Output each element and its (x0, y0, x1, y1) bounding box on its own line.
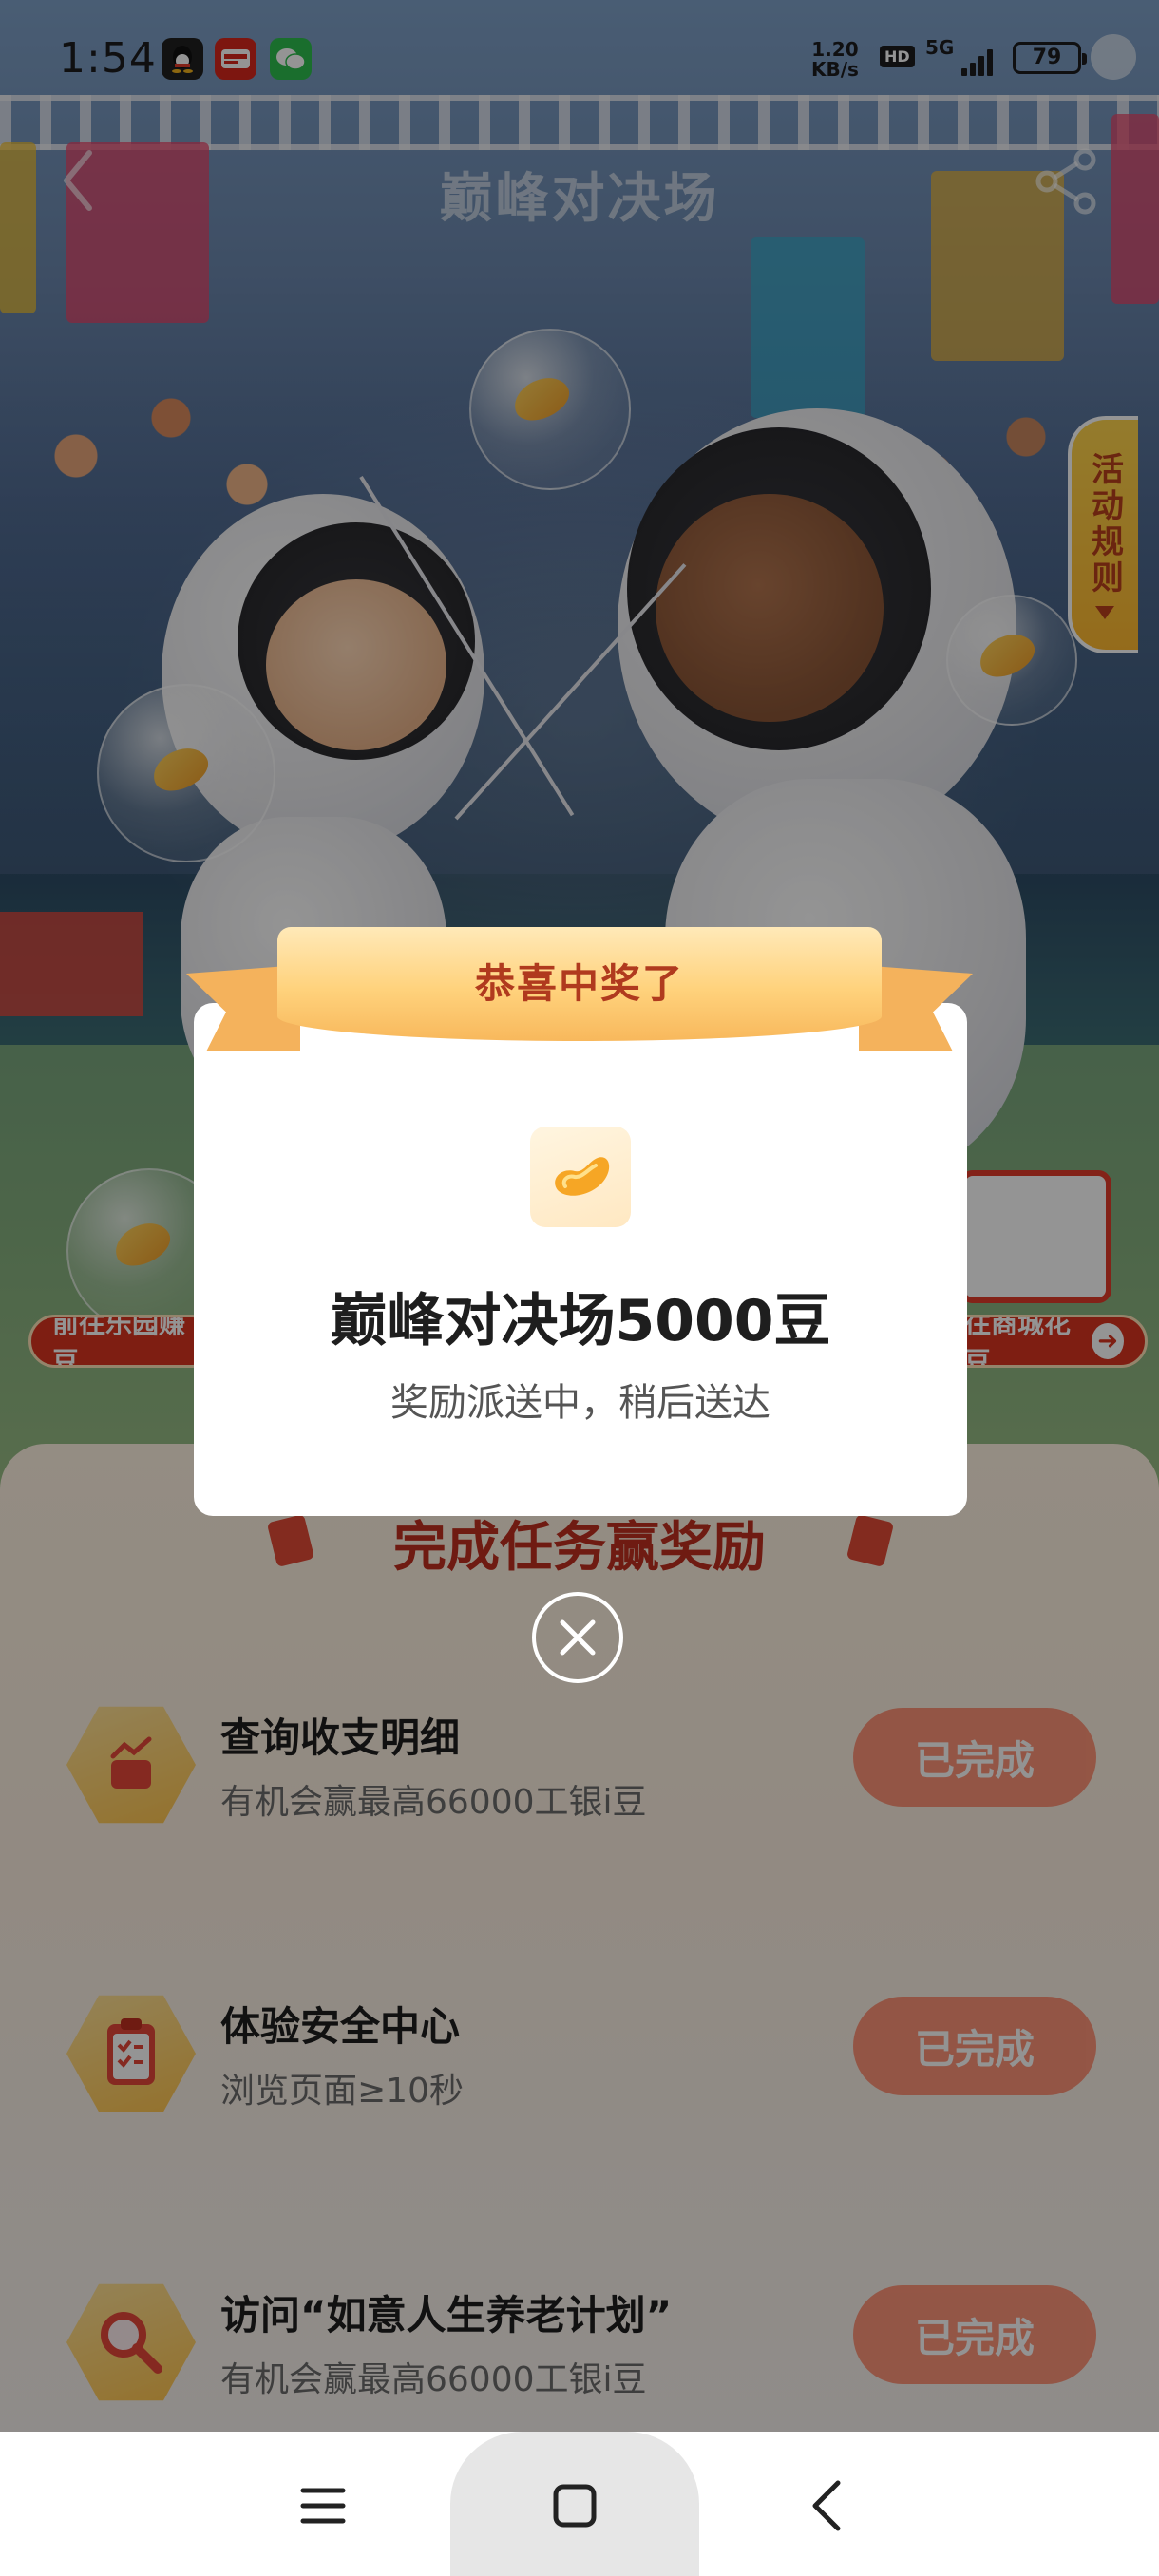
menu-icon (300, 2488, 346, 2524)
square-icon (553, 2484, 597, 2528)
page-root: 前往乐园赚豆 往商城花豆 ➜ 1:54 1.20 KB/s HD 5G 79 巅… (0, 0, 1159, 2576)
prize-modal: 巅峰对决场5000豆 奖励派送中，稍后送达 (194, 1003, 967, 1516)
close-icon (560, 1619, 596, 1656)
close-modal-button[interactable] (532, 1592, 623, 1683)
recent-apps-button[interactable] (285, 2468, 361, 2544)
bean-prize-icon (530, 1127, 631, 1227)
system-nav-bar (0, 2432, 1159, 2576)
system-back-button[interactable] (788, 2468, 864, 2544)
home-button[interactable] (537, 2468, 613, 2544)
prize-title: 巅峰对决场5000豆 (330, 1288, 831, 1354)
congrats-ribbon: 恭喜中奖了 (186, 927, 973, 1079)
ribbon-banner: 恭喜中奖了 (277, 927, 882, 1041)
prize-subtitle: 奖励派送中，稍后送达 (390, 1381, 770, 1425)
ribbon-text: 恭喜中奖了 (474, 959, 684, 1007)
chevron-left-icon (812, 2480, 841, 2531)
